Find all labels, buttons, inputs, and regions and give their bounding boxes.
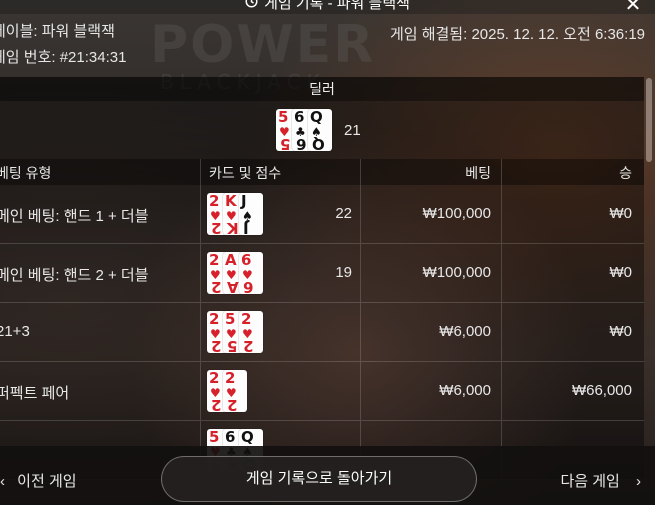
column-divider	[501, 362, 502, 420]
bet-type-cell: 메인 베팅: 핸드 2 + 더블	[0, 267, 149, 284]
card-rank-inverted: 2	[227, 396, 238, 414]
col-bet-type: 베팅 유형	[0, 165, 52, 181]
window-title-text: 게임 기록 - 파워 블랙잭	[264, 0, 410, 12]
column-divider	[360, 303, 361, 361]
column-divider	[200, 159, 201, 185]
column-divider	[360, 185, 361, 243]
column-divider	[200, 244, 201, 302]
playing-card: 6 ♥ 6	[239, 251, 263, 296]
playing-card: J ♠ J	[239, 192, 263, 237]
col-win: 승	[619, 165, 632, 181]
card-rank: 2	[209, 192, 220, 210]
win-amount-cell: ₩66,000	[571, 382, 632, 399]
card-rank: 2	[241, 310, 252, 328]
dealer-header: 딜러	[0, 77, 644, 101]
col-cards-score: 카드 및 점수	[209, 165, 282, 181]
card-rank-inverted: 5	[227, 337, 238, 355]
score-cell: 22	[335, 205, 352, 222]
card-rank-inverted: K	[227, 219, 239, 237]
card-rank-inverted: 2	[211, 337, 222, 355]
column-divider	[200, 362, 201, 420]
card-rank: J	[241, 192, 247, 210]
column-divider	[360, 362, 361, 420]
card-rank: 5	[278, 108, 289, 126]
card-rank: A	[225, 251, 237, 269]
card-rank: 5	[209, 428, 220, 446]
footer-nav: ‹ 이전 게임 게임 기록으로 돌아가기 다음 게임 ›	[0, 446, 655, 505]
card-rank: 6	[225, 428, 236, 446]
dealer-row: 5 ♥ 5 6 ♣ 6 Q ♠ Q 21	[0, 101, 644, 159]
card-rank: 2	[209, 369, 220, 387]
playing-card: Q♠Q	[308, 108, 332, 153]
chevron-left-icon: ‹	[0, 473, 5, 490]
card-rank-inverted: 2	[243, 337, 254, 355]
card-rank-inverted: 5	[280, 135, 291, 153]
next-game-button[interactable]: 다음 게임 ›	[560, 470, 641, 491]
card-rank-inverted: Q	[312, 135, 325, 153]
column-divider	[200, 303, 201, 361]
col-bet: 베팅	[465, 165, 491, 181]
table-label: 테이블: 파워 블랙잭	[0, 23, 115, 40]
card-rank-inverted: 2	[211, 219, 222, 237]
column-divider	[501, 244, 502, 302]
next-game-label: 다음 게임	[560, 473, 620, 490]
chevron-right-icon: ›	[636, 473, 641, 490]
window-title: 게임 기록 - 파워 블랙잭	[0, 0, 655, 13]
card-rank: Q	[310, 108, 323, 126]
card-rank-inverted: 6	[296, 135, 307, 153]
win-amount-cell: ₩0	[609, 323, 633, 340]
history-clock-icon	[245, 0, 258, 11]
game-number: 게임 번호: #21:34:31	[0, 49, 127, 66]
column-header: 베팅 유형 카드 및 점수 베팅 승	[0, 159, 644, 185]
card-rank: 2	[209, 310, 220, 328]
card-rank-inverted: 2	[211, 278, 222, 296]
table-row: 메인 베팅: 핸드 2 + 더블 19 ₩100,000 ₩0 2 ♥ 2 A ♥ A 6 ♥ 6	[0, 244, 644, 303]
card-rank-inverted: A	[227, 278, 239, 296]
table-row: 21+3 ₩6,000 ₩0 2 ♥ 2 5 ♥ 5 2 ♥ 2	[0, 303, 644, 362]
card-rank-inverted: 6	[243, 278, 254, 296]
bet-type-cell: 21+3	[0, 323, 30, 340]
column-divider	[360, 159, 361, 185]
card-rank-inverted: J	[243, 219, 249, 237]
column-divider	[501, 159, 502, 185]
table-row: 퍼펙트 페어 ₩6,000 ₩66,000 2 ♥ 2 2 ♥ 2	[0, 362, 644, 421]
card-rank: 5	[225, 310, 236, 328]
prev-game-button[interactable]: ‹ 이전 게임	[0, 470, 77, 491]
bet-type-cell: 퍼펙트 페어	[0, 385, 70, 402]
card-rank: 6	[294, 108, 305, 126]
column-divider	[501, 185, 502, 243]
dealer-score: 21	[344, 122, 361, 139]
back-to-history-button[interactable]: 게임 기록으로 돌아가기	[161, 456, 477, 502]
column-divider	[501, 303, 502, 361]
win-amount-cell: ₩0	[609, 264, 633, 281]
column-divider	[360, 244, 361, 302]
scrollbar[interactable]	[646, 78, 652, 162]
bet-amount-cell: ₩100,000	[422, 264, 491, 281]
close-icon[interactable]: ✕	[621, 0, 645, 16]
card-rank: 6	[241, 251, 252, 269]
score-cell: 19	[335, 264, 352, 281]
win-amount-cell: ₩0	[609, 205, 633, 222]
playing-card: 2 ♥ 2	[223, 369, 247, 414]
bet-amount-cell: ₩100,000	[422, 205, 491, 222]
bet-amount-cell: ₩6,000	[439, 323, 491, 340]
card-rank: Q	[241, 428, 254, 446]
bet-amount-cell: ₩6,000	[439, 382, 491, 399]
card-rank: 2	[225, 369, 236, 387]
background-logo: POWER	[150, 15, 376, 75]
card-rank-inverted: 2	[211, 396, 222, 414]
playing-card: 2 ♥ 2	[239, 310, 263, 355]
card-rank: K	[225, 192, 237, 210]
resolved-time: 게임 해결됨: 2025. 12. 12. 오전 6:36:19	[389, 26, 645, 43]
bet-type-cell: 메인 베팅: 핸드 1 + 더블	[0, 208, 149, 225]
card-rank: 2	[209, 251, 220, 269]
prev-game-label: 이전 게임	[17, 473, 77, 490]
column-divider	[200, 185, 201, 243]
table-row: 메인 베팅: 핸드 1 + 더블 22 ₩100,000 ₩0 2 ♥ 2 K ♥ K J ♠ J	[0, 185, 644, 244]
